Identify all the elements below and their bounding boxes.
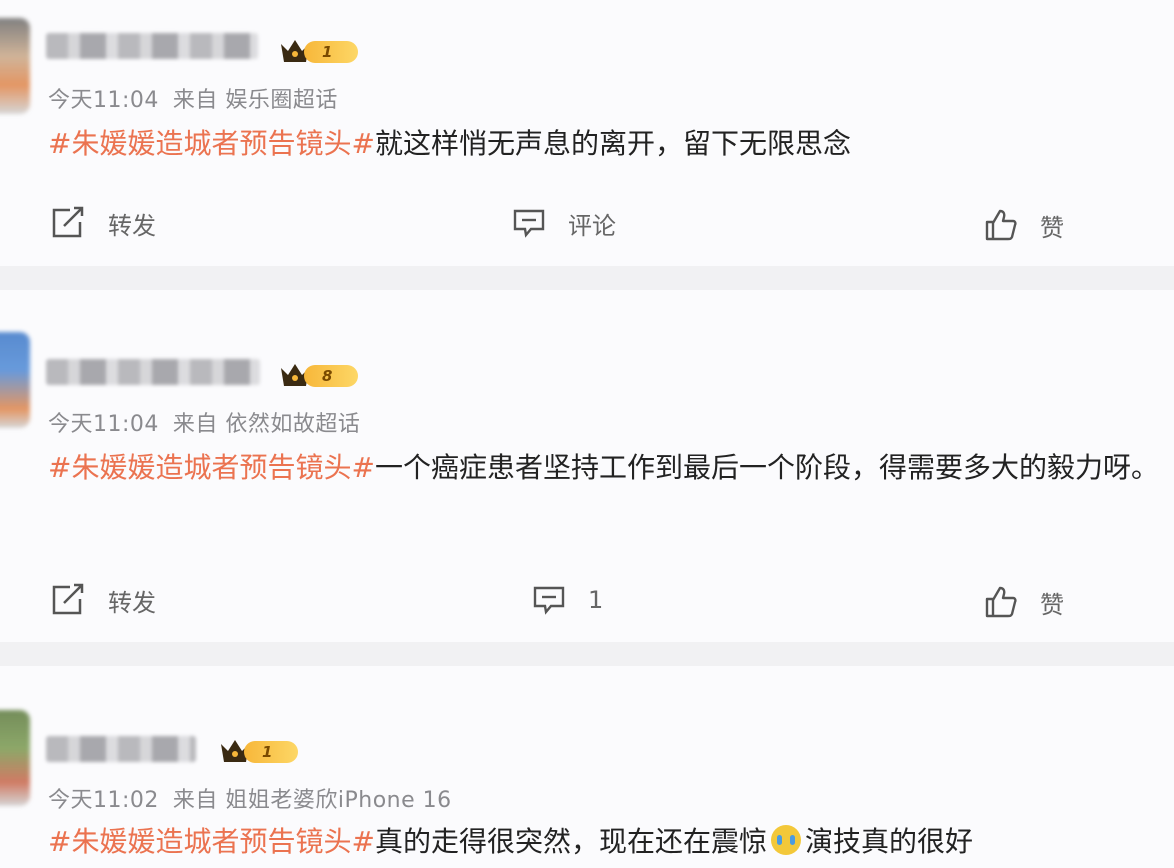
post-meta: 今天11:04 来自 依然如故超话 [48,406,360,438]
level-badge: 1 [218,736,302,766]
level-badge: 1 [278,36,362,66]
comment-card: 1 今天11:02 来自 姐姐老婆欣iPhone 16 #朱媛媛造城者预告镜头#真… [0,666,1174,868]
like-icon [985,586,1017,618]
like-button[interactable]: 赞 [984,582,1064,622]
comment-text: #朱媛媛造城者预告镜头#就这样悄无声息的离开，留下无限思念 [48,116,1168,172]
comment-label: 评论 [568,211,616,240]
repost-label: 转发 [108,588,156,617]
repost-label: 转发 [108,211,156,240]
comment-card: 1 今天11:04 来自 娱乐圈超话 #朱媛媛造城者预告镜头#就这样悄无声息的离开… [0,0,1174,266]
comment-button[interactable]: 评论 [512,203,616,243]
like-label: 赞 [1040,213,1064,242]
comment-count: 1 [588,586,604,614]
repost-icon [52,583,84,615]
comment-body-end: 演技真的很好 [804,825,973,858]
topic-hashtag[interactable]: #朱媛媛造城者预告镜头# [48,451,375,484]
avatar[interactable] [0,710,30,806]
username[interactable] [46,359,260,385]
post-time: 今天11:04 [48,412,159,437]
post-source[interactable]: 来自 娱乐圈超话 [173,88,338,113]
comment-icon [513,209,545,238]
avatar[interactable] [0,332,30,428]
post-source[interactable]: 来自 依然如故超话 [173,412,361,437]
username[interactable] [46,33,258,59]
post-meta: 今天11:02 来自 姐姐老婆欣iPhone 16 [48,782,452,814]
like-button[interactable]: 赞 [984,205,1064,245]
comment-body: 就这样悄无声息的离开，留下无限思念 [374,127,851,160]
level-number: 8 [304,365,358,387]
comment-body: 一个癌症患者坚持工作到最后一个阶段，得需要多大的毅力呀。 [374,451,1159,484]
repost-button[interactable]: 转发 [50,580,156,620]
avatar[interactable] [0,18,30,114]
post-time: 今天11:04 [48,88,159,113]
comment-card: 8 今天11:04 来自 依然如故超话 #朱媛媛造城者预告镜头#一个癌症患者坚持工… [0,290,1174,642]
topic-hashtag[interactable]: #朱媛媛造城者预告镜头# [48,825,375,858]
level-badge: 8 [278,360,362,390]
comment-text: #朱媛媛造城者预告镜头#一个癌症患者坚持工作到最后一个阶段，得需要多大的毅力呀。 [48,440,1168,496]
crying-face-emoji [770,825,801,855]
repost-button[interactable]: 转发 [50,203,156,243]
topic-hashtag[interactable]: #朱媛媛造城者预告镜头# [48,127,375,160]
post-source[interactable]: 来自 姐姐老婆欣iPhone 16 [173,788,452,813]
repost-icon [52,206,84,238]
comment-body: 真的走得很突然，现在还在震惊 [374,825,767,858]
comment-text: #朱媛媛造城者预告镜头#真的走得很突然，现在还在震惊 演技真的很好 [48,814,1168,868]
post-meta: 今天11:04 来自 娱乐圈超话 [48,82,338,114]
level-number: 1 [304,41,358,63]
like-label: 赞 [1040,590,1064,619]
username[interactable] [46,736,196,762]
comment-icon [533,586,565,615]
post-time: 今天11:02 [48,788,159,813]
like-icon [985,209,1017,241]
level-number: 1 [244,741,298,763]
comment-button[interactable]: 1 [532,580,603,620]
